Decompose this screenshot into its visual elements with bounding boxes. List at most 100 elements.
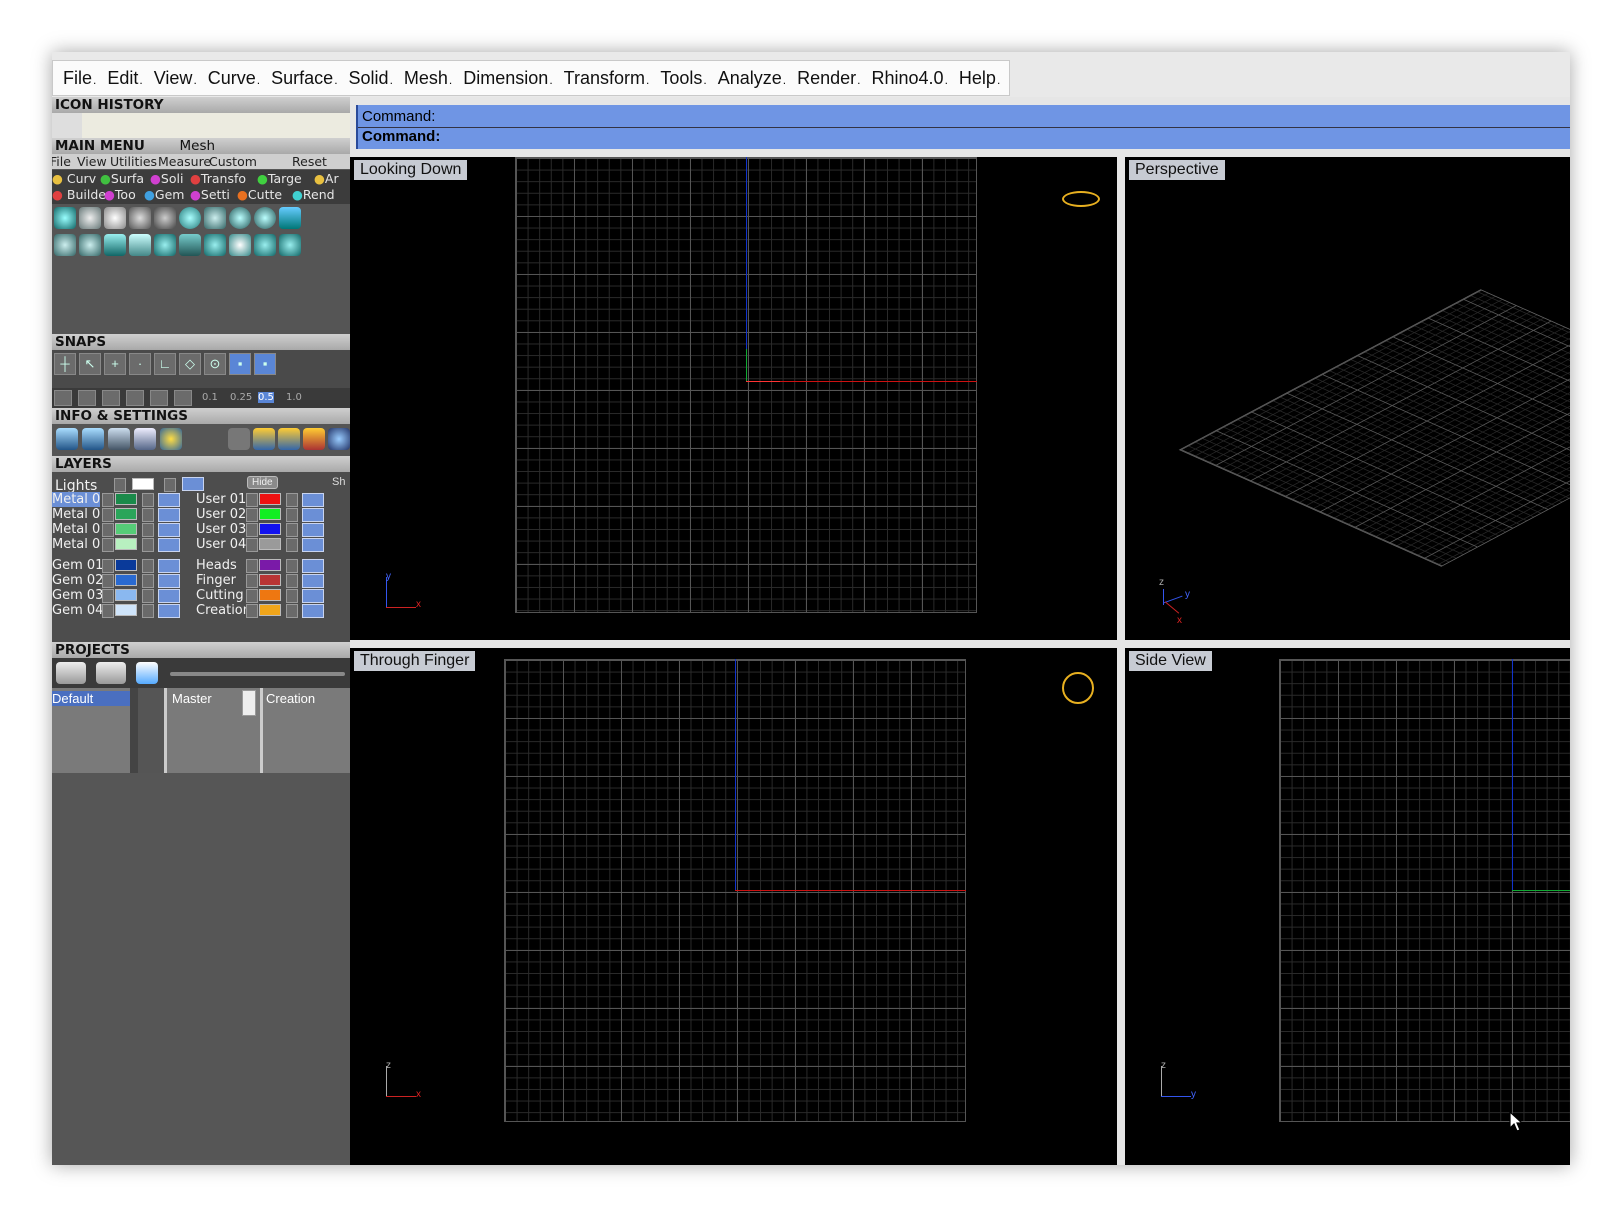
snap-center-icon[interactable]: ⊙ (204, 353, 226, 375)
layer-row-right-3[interactable]: User 04 (196, 537, 341, 552)
viewport-title-perspective[interactable]: Perspective (1129, 160, 1225, 180)
layer-color-swatch[interactable] (115, 493, 137, 505)
menu-solid[interactable]: Solid. (347, 68, 402, 89)
layer-row-right-6[interactable]: Cutting (196, 588, 341, 603)
grid-tool-icon[interactable] (204, 207, 226, 229)
layer-lock-icon[interactable] (286, 523, 298, 537)
tool-icon-18[interactable] (229, 234, 251, 256)
tool-icon-14[interactable] (129, 234, 151, 256)
layer-visible-toggle[interactable] (302, 523, 324, 537)
tab-settings[interactable]: Setti (201, 187, 230, 202)
snap-1-0[interactable]: 1.0 (286, 392, 302, 403)
layer-expand-icon[interactable] (102, 523, 114, 537)
tab-target[interactable]: Targe (268, 171, 302, 186)
lights-swatch[interactable] (132, 478, 154, 490)
layer-row-left-3[interactable]: Metal 0 (52, 537, 197, 552)
tab-file[interactable]: File (52, 154, 71, 169)
snap-grid-icon[interactable]: ▪ (229, 353, 251, 375)
ball-tool-icon[interactable] (179, 207, 201, 229)
layer-color-swatch[interactable] (259, 493, 281, 505)
snap-0-5[interactable]: 0.5 (258, 392, 274, 403)
layer-color-swatch[interactable] (259, 508, 281, 520)
snap-mid-icon[interactable]: · (129, 353, 151, 375)
viewport-title-looking-down[interactable]: Looking Down (354, 160, 468, 180)
layer-row-right-7[interactable]: Creation (196, 603, 341, 618)
tab-gem[interactable]: Gem (155, 187, 185, 202)
shape-tool-icon[interactable] (154, 207, 176, 229)
layer-lock-icon[interactable] (286, 538, 298, 552)
layer-visible-toggle[interactable] (158, 538, 180, 552)
tool-icon-13[interactable] (104, 234, 126, 256)
viewport-side-view[interactable]: Side View z y (1125, 648, 1570, 1165)
snap-perp-icon[interactable]: ∟ (154, 353, 176, 375)
render-gl-icon[interactable] (254, 207, 276, 229)
tab-transform[interactable]: Transfo (201, 171, 246, 186)
hide-button[interactable]: Hide (247, 476, 278, 489)
cloud-tool-icon[interactable] (79, 207, 101, 229)
menu-render[interactable]: Render. (795, 68, 869, 89)
layer-lock-icon[interactable] (286, 589, 298, 603)
layer-color-swatch[interactable] (115, 604, 137, 616)
snap-opt-4-icon[interactable] (126, 390, 144, 406)
layer-color-swatch[interactable] (115, 538, 137, 550)
layer-lock-icon[interactable] (286, 508, 298, 522)
layer-lock-icon[interactable] (286, 493, 298, 507)
tab-solid[interactable]: Soli (161, 171, 184, 186)
layer-expand-icon[interactable] (246, 589, 258, 603)
snap-opt-1-icon[interactable] (54, 390, 72, 406)
layer-row-left-0[interactable]: Metal 0 (52, 492, 197, 507)
layer-color-swatch[interactable] (115, 574, 137, 586)
layer-color-swatch[interactable] (259, 604, 281, 616)
tool-c-icon[interactable] (278, 428, 300, 450)
layer-lock-icon[interactable] (286, 604, 298, 618)
layer-lock-icon[interactable] (142, 574, 154, 588)
layer-lock-icon[interactable] (142, 604, 154, 618)
project-default[interactable]: Default (52, 691, 132, 706)
layer-lock-icon[interactable] (142, 508, 154, 522)
light-tool-icon[interactable] (104, 207, 126, 229)
sphere-tool-icon[interactable] (54, 207, 76, 229)
tab-ar[interactable]: Ar (325, 171, 339, 186)
menu-help[interactable]: Help. (957, 68, 1009, 89)
layer-lock-icon[interactable] (142, 559, 154, 573)
layer-expand-icon[interactable] (102, 493, 114, 507)
project-creation[interactable]: Creation (266, 691, 315, 706)
tab-cutter[interactable]: Cutte (248, 187, 282, 202)
tool-icon-15[interactable] (154, 234, 176, 256)
layer-visible-toggle[interactable] (158, 559, 180, 573)
layer-color-swatch[interactable] (115, 508, 137, 520)
layers-info-icon[interactable] (56, 428, 78, 450)
lights-expand-icon[interactable] (114, 478, 126, 492)
layer-visible-toggle[interactable] (302, 508, 324, 522)
layer-color-swatch[interactable] (259, 538, 281, 550)
layer-lock-icon[interactable] (142, 538, 154, 552)
layer-row-right-4[interactable]: Heads (196, 558, 341, 573)
menu-surface[interactable]: Surface. (269, 68, 346, 89)
layer-row-right-1[interactable]: User 02 (196, 507, 341, 522)
tab-builder[interactable]: Builde (67, 187, 106, 202)
layer-expand-icon[interactable] (102, 604, 114, 618)
menu-tools[interactable]: Tools. (658, 68, 715, 89)
notes-icon[interactable] (108, 428, 130, 450)
layer-row-left-6[interactable]: Gem 03 (52, 588, 197, 603)
tab-utilities[interactable]: Utilities (110, 154, 157, 169)
layer-expand-icon[interactable] (246, 559, 258, 573)
edit-icon[interactable] (134, 428, 156, 450)
tab-custom[interactable]: Custom (209, 154, 257, 169)
tool-icon-17[interactable] (204, 234, 226, 256)
tool-icon-20[interactable] (279, 234, 301, 256)
tool-b-icon[interactable] (253, 428, 275, 450)
tab-render[interactable]: Rend (303, 187, 335, 202)
layer-visible-toggle[interactable] (302, 574, 324, 588)
snap-ortho-icon[interactable]: ▪ (254, 353, 276, 375)
layer-expand-icon[interactable] (102, 559, 114, 573)
snap-opt-2-icon[interactable] (78, 390, 96, 406)
tool-icon-12[interactable] (79, 234, 101, 256)
layer-expand-icon[interactable] (102, 508, 114, 522)
layer-visible-toggle[interactable] (158, 604, 180, 618)
layer-color-swatch[interactable] (259, 589, 281, 601)
layer-lock-icon[interactable] (142, 523, 154, 537)
layer-visible-toggle[interactable] (302, 538, 324, 552)
project-expand-icon[interactable] (242, 690, 256, 716)
snap-end-icon[interactable]: ┼ (54, 353, 76, 375)
